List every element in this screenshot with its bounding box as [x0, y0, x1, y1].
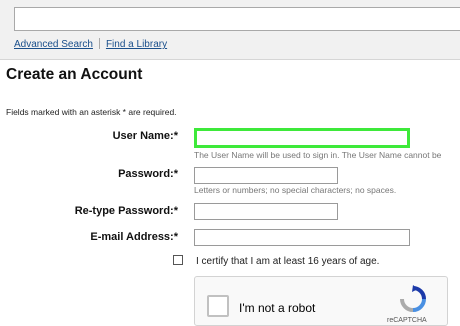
username-field[interactable] [194, 128, 410, 148]
search-input[interactable] [14, 7, 460, 31]
age-certify-checkbox[interactable] [173, 255, 183, 265]
advanced-search-link[interactable]: Advanced Search [14, 39, 93, 50]
password-field[interactable] [194, 167, 338, 184]
recaptcha-brand: reCAPTCHA [387, 317, 427, 324]
recaptcha-widget: I'm not a robot reCAPTCHA [194, 276, 448, 326]
page-title: Create an Account [6, 66, 143, 83]
retype-password-label: Re-type Password:* [74, 205, 178, 217]
link-separator [98, 38, 100, 49]
age-certify-label: I certify that I am at least 16 years of… [196, 256, 380, 267]
retype-password-field[interactable] [194, 203, 338, 220]
email-field[interactable] [194, 229, 410, 246]
password-hint: Letters or numbers; no special character… [194, 185, 397, 195]
username-label: User Name:* [112, 130, 178, 142]
password-label: Password:* [118, 168, 178, 180]
header-links: Advanced Search Find a Library [14, 38, 167, 50]
find-library-link[interactable]: Find a Library [106, 39, 167, 50]
recaptcha-label: I'm not a robot [239, 301, 316, 315]
recaptcha-icon [400, 285, 426, 312]
header-divider [0, 59, 460, 60]
recaptcha-checkbox[interactable] [207, 295, 229, 317]
email-label: E-mail Address:* [90, 231, 178, 243]
username-hint: The User Name will be used to sign in. T… [194, 150, 442, 160]
required-note: Fields marked with an asterisk * are req… [6, 107, 177, 117]
